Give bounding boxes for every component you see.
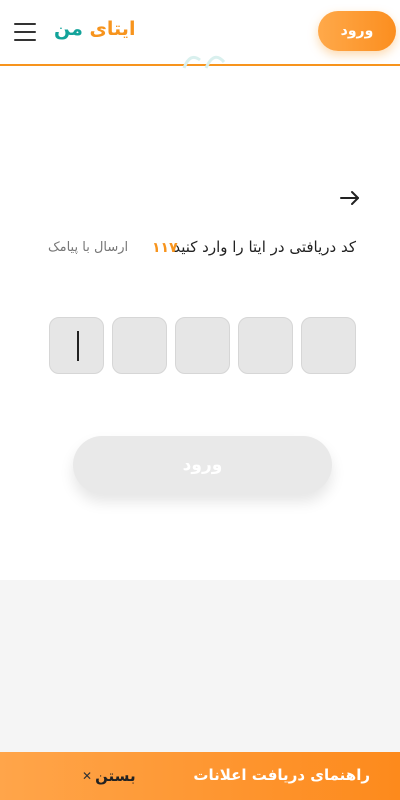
header-login-button[interactable]: ورود: [318, 11, 396, 51]
hamburger-menu-icon[interactable]: [12, 20, 38, 44]
otp-digit-input[interactable]: [301, 317, 356, 374]
page-root: ایتای من ورود کد دریافتی در ایتا را وارد…: [0, 0, 400, 800]
banner-title: راهنمای دریافت اعلانات: [193, 766, 370, 784]
app-header: ایتای من ورود: [0, 0, 400, 69]
resend-countdown-timer: ۱۱۷: [152, 240, 178, 256]
text-caret: [77, 331, 79, 361]
logo-text-part2: من: [54, 18, 83, 40]
otp-digit-input[interactable]: [175, 317, 230, 374]
otp-digit-input[interactable]: [49, 317, 104, 374]
decorative-illustration-icon: [182, 55, 226, 69]
banner-close-label: بستن: [95, 767, 136, 785]
otp-digit-input[interactable]: [238, 317, 293, 374]
otp-prompt-text: کد دریافتی در ایتا را وارد کنید: [173, 238, 356, 256]
notification-guide-banner[interactable]: راهنمای دریافت اعلانات ✕ بستن: [0, 752, 400, 800]
footer-background: [0, 580, 400, 752]
app-logo[interactable]: ایتای من: [54, 18, 135, 40]
resend-via-sms-link[interactable]: ارسال با پیامک: [48, 240, 128, 255]
arrow-right-icon[interactable]: [338, 186, 362, 210]
otp-digit-input[interactable]: [112, 317, 167, 374]
banner-close-button[interactable]: ✕ بستن: [82, 767, 136, 785]
close-icon: ✕: [82, 769, 93, 783]
submit-login-button[interactable]: ورود: [73, 436, 332, 494]
otp-code-inputs: [49, 317, 357, 375]
logo-text-part1: ایتای: [89, 18, 136, 40]
